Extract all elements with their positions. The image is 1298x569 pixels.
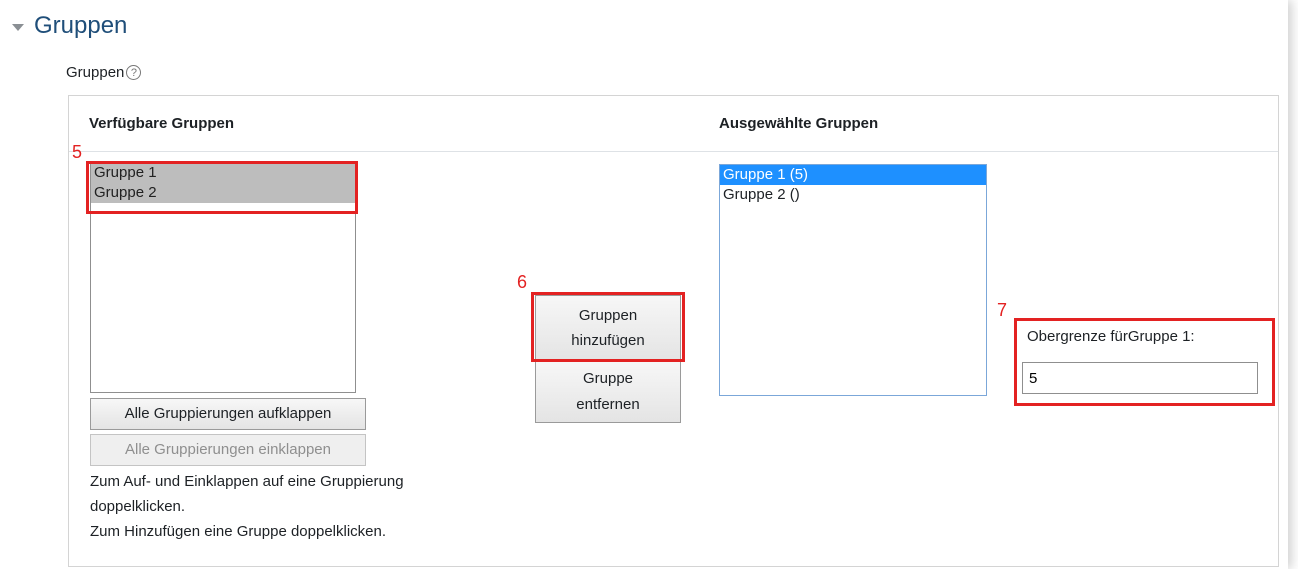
selected-group-option[interactable]: Gruppe 2 () (720, 185, 986, 205)
groups-field-label: Gruppen ? (66, 64, 142, 81)
expand-all-groupings-button[interactable]: Alle Gruppierungen aufklappen (90, 398, 366, 430)
remove-group-label-2: entfernen (576, 396, 640, 413)
collapse-all-groupings-button[interactable]: Alle Gruppierungen einklappen (90, 434, 366, 466)
group-limit-input[interactable] (1022, 362, 1258, 394)
group-limit-label: Obergrenze fürGruppe 1: (1027, 328, 1195, 345)
annotation-number-5: 5 (72, 142, 83, 162)
panel-divider (69, 151, 1278, 152)
available-groups-listbox[interactable]: Gruppe 1 Gruppe 2 (90, 162, 356, 393)
hint-text: Zum Auf- und Einklappen auf eine Gruppie… (90, 469, 404, 544)
remove-group-button[interactable]: Gruppe entfernen (535, 361, 681, 423)
add-groups-label-1: Gruppen (578, 307, 638, 324)
question-circle-icon[interactable]: ? (126, 65, 142, 80)
available-groups-heading: Verfügbare Gruppen (89, 115, 235, 132)
collapse-caret-icon[interactable] (12, 23, 24, 31)
annotation-number-6: 6 (517, 272, 528, 292)
selected-groups-heading: Ausgewählte Gruppen (719, 115, 879, 132)
hint-line-1: Zum Auf- und Einklappen auf eine Gruppie… (90, 473, 404, 490)
annotation-number-7: 7 (997, 300, 1008, 320)
add-groups-label-2: hinzufügen (571, 332, 645, 349)
remove-group-label-1: Gruppe (582, 370, 634, 387)
section-title: Gruppen (34, 12, 128, 39)
selected-groups-listbox[interactable]: Gruppe 1 (5) Gruppe 2 () (719, 164, 987, 396)
available-group-option[interactable]: Gruppe 2 (91, 183, 355, 203)
available-group-option[interactable]: Gruppe 1 (91, 163, 355, 183)
add-groups-button[interactable]: Gruppen hinzufügen (535, 295, 681, 361)
selected-group-option[interactable]: Gruppe 1 (5) (720, 165, 986, 185)
groups-label-text: Gruppen (66, 64, 125, 81)
hint-line-3: Zum Hinzufügen eine Gruppe doppelklicken… (90, 523, 387, 540)
section-header[interactable]: Gruppen (12, 12, 127, 40)
hint-line-2: doppelklicken. (90, 498, 186, 515)
